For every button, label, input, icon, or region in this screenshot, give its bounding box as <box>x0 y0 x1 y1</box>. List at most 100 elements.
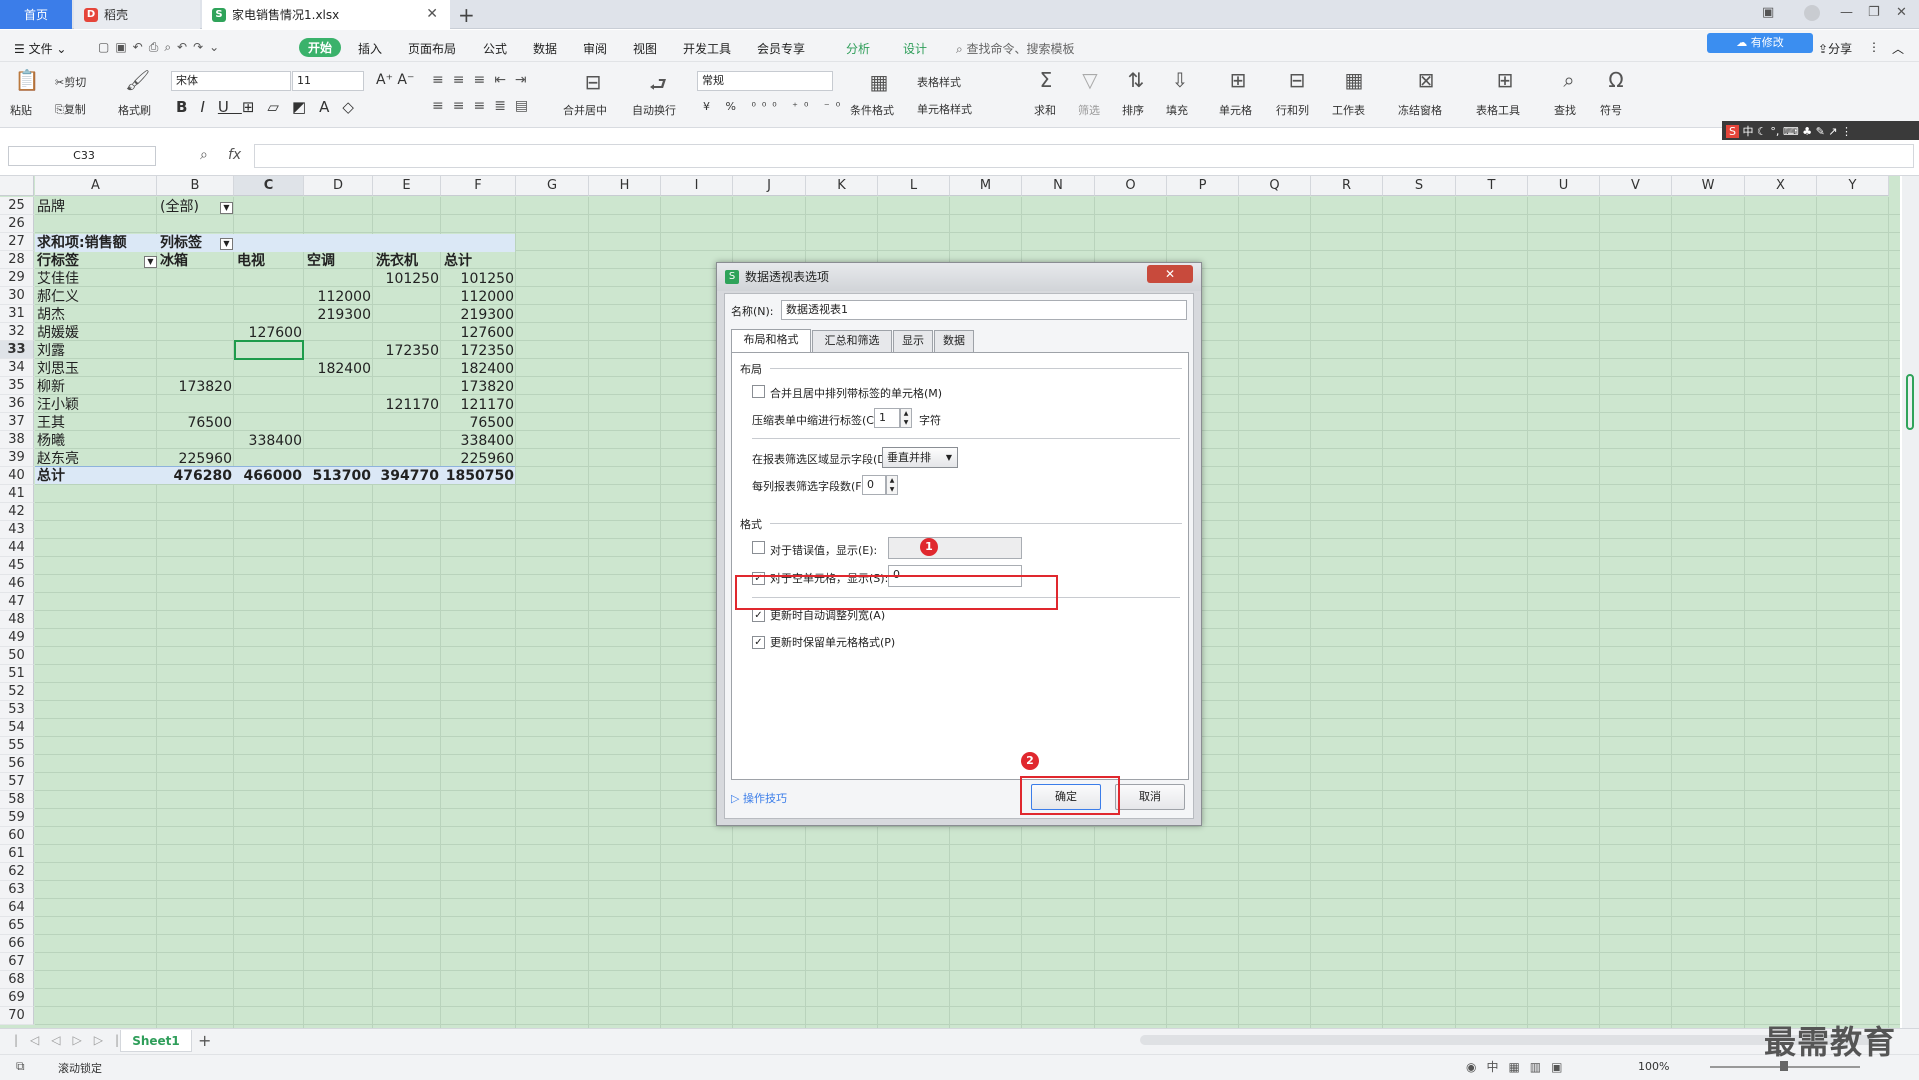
cell-button[interactable]: 单元格 <box>1219 102 1252 118</box>
close-window-icon[interactable]: ✕ <box>1896 5 1907 20</box>
row-header-49[interactable]: 49 <box>0 629 34 647</box>
indent-spinner[interactable]: ▲ ▼ <box>900 408 912 428</box>
row-header-52[interactable]: 52 <box>0 683 34 701</box>
menu-tab-review[interactable]: 审阅 <box>583 40 607 57</box>
table-tools-button[interactable]: 表格工具 <box>1476 102 1520 118</box>
row-header-53[interactable]: 53 <box>0 701 34 719</box>
menu-tab-developer[interactable]: 开发工具 <box>683 40 731 57</box>
close-tab-icon[interactable]: ✕ <box>426 6 438 22</box>
font-grow-icon[interactable]: A⁺ A⁻ <box>376 72 414 88</box>
number-format-buttons[interactable]: ¥ % ⁰⁰⁰ ⁺⁰ ⁻⁰ <box>703 100 846 113</box>
freeze-panes-button[interactable]: 冻结窗格 <box>1398 102 1442 118</box>
row-header-54[interactable]: 54 <box>0 719 34 737</box>
zoom-formula-icon[interactable]: ⌕ <box>200 147 208 163</box>
avatar[interactable] <box>1804 5 1820 21</box>
window-layout-icon[interactable]: ▣ <box>1762 5 1774 20</box>
row-header-55[interactable]: 55 <box>0 737 34 755</box>
row-header-36[interactable]: 36 <box>0 395 34 413</box>
column-header-J[interactable]: J <box>733 176 806 196</box>
fx-label[interactable]: fx <box>228 147 241 163</box>
cancel-button[interactable]: 取消 <box>1115 784 1185 810</box>
tab-home[interactable]: 首页 <box>0 0 72 29</box>
row-header-26[interactable]: 26 <box>0 215 34 233</box>
new-tab-icon[interactable]: + <box>458 3 475 27</box>
align-bottom-row[interactable]: ≡≡≡≣▤ <box>432 98 537 114</box>
column-header-S[interactable]: S <box>1383 176 1456 196</box>
column-header-Y[interactable]: Y <box>1817 176 1889 196</box>
row-header-62[interactable]: 62 <box>0 863 34 881</box>
row-header-57[interactable]: 57 <box>0 773 34 791</box>
column-header-U[interactable]: U <box>1528 176 1600 196</box>
dialog-close-icon[interactable]: ✕ <box>1147 265 1193 283</box>
row-header-66[interactable]: 66 <box>0 935 34 953</box>
format-painter-button[interactable]: 格式刷 <box>118 102 151 118</box>
tab-file[interactable]: S 家电销售情况1.xlsx ✕ <box>202 0 450 29</box>
preserve-format-box[interactable]: ✓ <box>752 636 765 649</box>
row-header-37[interactable]: 37 <box>0 413 34 431</box>
row-header-59[interactable]: 59 <box>0 809 34 827</box>
column-header-G[interactable]: G <box>516 176 589 196</box>
row-header-35[interactable]: 35 <box>0 377 34 395</box>
column-header-B[interactable]: B <box>157 176 234 196</box>
filter-button[interactable]: 筛选 <box>1078 102 1100 118</box>
dialog-tab-data[interactable]: 数据 <box>934 330 974 352</box>
add-sheet-icon[interactable]: + <box>198 1031 211 1050</box>
rowcol-button[interactable]: 行和列 <box>1276 102 1309 118</box>
menu-tab-member[interactable]: 会员专享 <box>757 40 805 57</box>
column-header-V[interactable]: V <box>1600 176 1672 196</box>
row-header-43[interactable]: 43 <box>0 521 34 539</box>
row-label-dropdown-icon[interactable]: ▼ <box>144 256 157 268</box>
tips-link[interactable]: ▷ 操作技巧 <box>731 790 787 806</box>
sum-button[interactable]: 求和 <box>1034 102 1056 118</box>
name-box[interactable]: C33 <box>8 146 156 166</box>
zoom-level[interactable]: 100% <box>1638 1060 1669 1073</box>
restore-icon[interactable]: ❐ <box>1868 5 1880 20</box>
filter-fields-spinner[interactable]: ▲ ▼ <box>886 475 898 495</box>
align-top-row[interactable]: ≡≡≡⇤⇥ <box>432 72 536 88</box>
column-header-L[interactable]: L <box>878 176 950 196</box>
sync-button[interactable]: ☁ 有修改 <box>1707 33 1813 53</box>
symbol-button[interactable]: 符号 <box>1600 102 1622 118</box>
file-menu[interactable]: ☰ 文件 ⌄ <box>14 40 66 57</box>
error-value-input[interactable] <box>888 537 1022 559</box>
paste-button[interactable]: 粘贴 <box>10 102 32 118</box>
menu-tab-insert[interactable]: 插入 <box>358 40 382 57</box>
row-header-50[interactable]: 50 <box>0 647 34 665</box>
more-icon[interactable]: ⋮ <box>1868 40 1880 54</box>
merge-center-checkbox[interactable] <box>752 385 765 401</box>
column-header-M[interactable]: M <box>950 176 1022 196</box>
merge-center-box[interactable] <box>752 385 765 398</box>
column-header-I[interactable]: I <box>661 176 733 196</box>
row-header-64[interactable]: 64 <box>0 899 34 917</box>
row-header-61[interactable]: 61 <box>0 845 34 863</box>
autofit-box[interactable]: ✓ <box>752 609 765 622</box>
row-header-28[interactable]: 28 <box>0 251 34 269</box>
font-size-select[interactable]: 11 <box>292 71 364 91</box>
filter-dropdown-icon[interactable]: ▼ <box>220 202 233 214</box>
column-header-W[interactable]: W <box>1672 176 1745 196</box>
quick-access-toolbar[interactable]: ▢▣↶⎙⌕↶↷⌄ <box>98 40 225 55</box>
column-header-P[interactable]: P <box>1167 176 1239 196</box>
column-header-O[interactable]: O <box>1095 176 1167 196</box>
sheet-nav-arrows[interactable]: |◁◁▷▷| <box>14 1033 131 1047</box>
row-header-47[interactable]: 47 <box>0 593 34 611</box>
column-header-K[interactable]: K <box>806 176 878 196</box>
filter-area-select[interactable]: 垂直并排 ▼ <box>882 447 958 468</box>
macro-icon[interactable]: ⧉ <box>16 1059 25 1074</box>
formula-input[interactable] <box>254 144 1914 168</box>
row-header-33[interactable]: 33 <box>0 341 34 359</box>
row-header-46[interactable]: 46 <box>0 575 34 593</box>
column-header-R[interactable]: R <box>1311 176 1383 196</box>
row-header-31[interactable]: 31 <box>0 305 34 323</box>
vertical-scroll-thumb[interactable] <box>1906 374 1914 430</box>
menu-tab-start[interactable]: 开始 <box>299 38 342 57</box>
fill-button[interactable]: 填充 <box>1166 102 1188 118</box>
row-header-51[interactable]: 51 <box>0 665 34 683</box>
vertical-scrollbar[interactable] <box>1902 176 1919 1028</box>
row-header-32[interactable]: 32 <box>0 323 34 341</box>
worksheet-button[interactable]: 工作表 <box>1332 102 1365 118</box>
row-header-56[interactable]: 56 <box>0 755 34 773</box>
row-header-29[interactable]: 29 <box>0 269 34 287</box>
cut-button[interactable]: ✂剪切 <box>55 74 86 90</box>
column-header-X[interactable]: X <box>1745 176 1817 196</box>
